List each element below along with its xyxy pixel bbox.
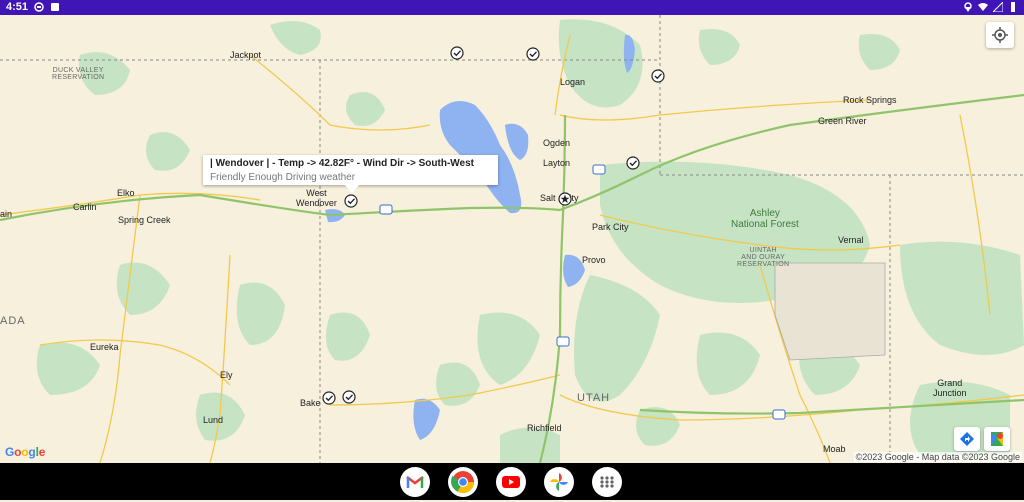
status-bar: 4:51 <box>0 0 1024 15</box>
info-window-subtitle: Friendly Enough Driving weather <box>210 172 356 183</box>
gmail-app-button[interactable] <box>400 467 430 497</box>
signal-icon <box>993 2 1003 12</box>
weather-marker-check-icon[interactable] <box>651 69 665 83</box>
state-label-nevada: ADA <box>0 315 26 327</box>
google-logo: Google <box>5 445 46 459</box>
city-label-provo: Provo <box>582 255 606 265</box>
weather-marker-check-icon[interactable] <box>344 194 358 208</box>
gmail-icon <box>406 476 424 488</box>
status-time: 4:51 <box>6 1 29 13</box>
area-label-uintah: UINTAH AND OURAY RESERVATION <box>737 247 790 268</box>
city-label-jackpot: Jackpot <box>230 50 262 60</box>
city-label-ogden: Ogden <box>543 138 571 148</box>
city-label-vernal: Vernal <box>838 235 864 245</box>
city-label-carlin: Carlin <box>73 202 97 212</box>
info-window-pointer <box>345 185 359 193</box>
city-label-logan: Logan <box>560 77 586 87</box>
city-label-rock-springs: Rock Springs <box>843 95 897 105</box>
city-label-moab: Moab <box>823 444 846 454</box>
map-attribution: ©2023 Google - Map data ©2023 Google <box>853 452 1022 462</box>
vpn-icon <box>34 2 44 12</box>
map-canvas <box>0 15 1024 463</box>
area-label-ashley-forest: Ashley National Forest <box>731 208 799 230</box>
my-location-icon <box>992 27 1008 43</box>
google-maps-icon <box>991 432 1003 446</box>
city-label-baker: Bake <box>300 398 321 408</box>
sim-icon <box>51 3 59 11</box>
city-label-ain: ain <box>0 209 13 219</box>
app-drawer-icon <box>600 476 614 488</box>
weather-marker-check-icon[interactable] <box>626 156 640 170</box>
city-label-ely: Ely <box>220 370 233 380</box>
open-in-maps-button[interactable] <box>984 427 1010 451</box>
chrome-app-button[interactable] <box>448 467 478 497</box>
area-label-duck-valley: DUCK VALLEY RESERVATION <box>52 67 105 81</box>
map-view[interactable]: Jackpot Logan Ogden Layton Rock Springs … <box>0 15 1024 463</box>
city-label-lund: Lund <box>203 415 224 425</box>
my-location-button[interactable] <box>986 22 1014 48</box>
location-icon <box>964 2 972 12</box>
directions-icon <box>960 432 974 446</box>
city-label-elko: Elko <box>117 188 135 198</box>
city-label-eureka: Eureka <box>90 342 119 352</box>
city-label-park-city: Park City <box>592 222 629 232</box>
weather-marker-check-icon[interactable] <box>526 47 540 61</box>
weather-marker-check-icon[interactable] <box>322 391 336 405</box>
photos-app-button[interactable] <box>544 467 574 497</box>
weather-marker-check-icon[interactable] <box>450 46 464 60</box>
state-label-utah: UTAH <box>577 392 611 404</box>
youtube-icon <box>502 476 520 488</box>
chrome-icon <box>451 471 474 493</box>
directions-button[interactable] <box>954 427 980 451</box>
city-label-layton: Layton <box>543 158 571 168</box>
marker-info-window[interactable]: | Wendover | - Temp -> 42.82F° - Wind Di… <box>203 155 498 193</box>
photos-icon <box>550 473 568 491</box>
weather-marker-star-icon[interactable] <box>558 192 572 206</box>
youtube-app-button[interactable] <box>496 467 526 497</box>
city-label-green-river: Green River <box>818 116 867 126</box>
battery-icon <box>1011 2 1015 12</box>
wifi-icon <box>978 3 988 11</box>
city-label-grand-junction: Grand Junction <box>933 378 967 398</box>
city-label-spring-creek: Spring Creek <box>118 215 171 225</box>
weather-marker-check-icon[interactable] <box>342 390 356 404</box>
app-drawer-button[interactable] <box>592 467 622 497</box>
app-dock <box>0 463 1024 500</box>
city-label-west-wendover: West Wendover <box>296 188 337 208</box>
city-label-richfield: Richfield <box>527 423 562 433</box>
info-window-title: | Wendover | - Temp -> 42.82F° - Wind Di… <box>210 158 474 169</box>
